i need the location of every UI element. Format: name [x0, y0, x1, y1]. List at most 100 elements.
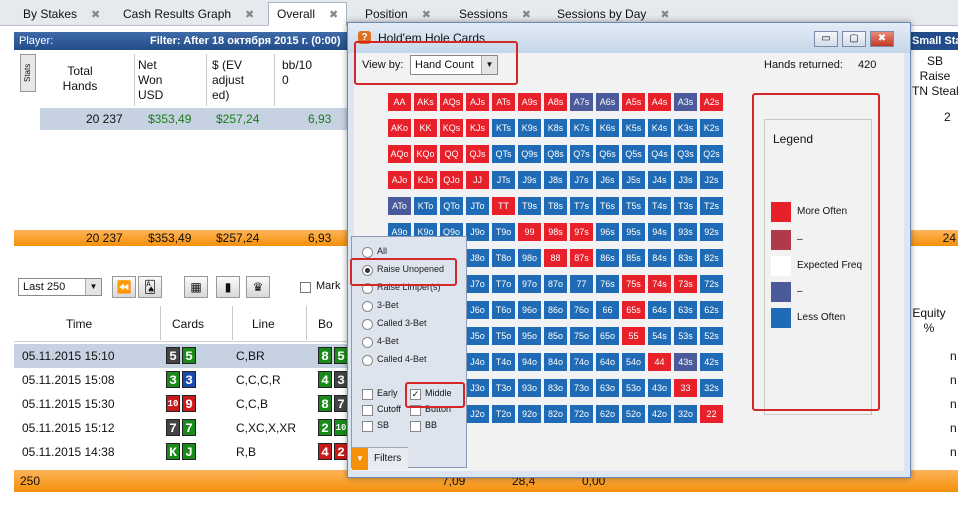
hand-cell-53s[interactable]: 53s: [674, 327, 697, 345]
hand-cell-53o[interactable]: 53o: [622, 379, 645, 397]
hand-cell-kqo[interactable]: KQo: [414, 145, 437, 163]
hand-cell-72s[interactable]: 72s: [700, 275, 723, 293]
hand-cell-52s[interactable]: 52s: [700, 327, 723, 345]
minimize-button[interactable]: ▭: [814, 31, 838, 47]
hand-cell-66[interactable]: 66: [596, 301, 619, 319]
hand-cell-72o[interactable]: 72o: [570, 405, 593, 423]
hand-cell-65o[interactable]: 65o: [596, 327, 619, 345]
col-ev-adjusted[interactable]: $ (EV adjust ed): [212, 58, 262, 103]
col-net-won[interactable]: Net Won USD: [138, 58, 178, 103]
hand-cell-q3s[interactable]: Q3s: [674, 145, 697, 163]
hand-cell-q9s[interactable]: Q9s: [518, 145, 541, 163]
hand-cell-k3s[interactable]: K3s: [674, 119, 697, 137]
hand-cell-86s[interactable]: 86s: [596, 249, 619, 267]
hand-cell-j8s[interactable]: J8s: [544, 171, 567, 189]
hand-cell-ajs[interactable]: AJs: [466, 93, 489, 111]
hand-cell-95o[interactable]: 95o: [518, 327, 541, 345]
hand-cell-qjo[interactable]: QJo: [440, 171, 463, 189]
hand-cell-q8s[interactable]: Q8s: [544, 145, 567, 163]
hand-cell-jts[interactable]: JTs: [492, 171, 515, 189]
hand-cell-99[interactable]: 99: [518, 223, 541, 241]
hand-cell-84s[interactable]: 84s: [648, 249, 671, 267]
hand-cell-t5o[interactable]: T5o: [492, 327, 515, 345]
checkbox-bb[interactable]: [410, 421, 421, 432]
hand-cell-97o[interactable]: 97o: [518, 275, 541, 293]
hand-cell-77[interactable]: 77: [570, 275, 593, 293]
hand-cell-88[interactable]: 88: [544, 249, 567, 267]
radio-called-4-bet[interactable]: [362, 355, 373, 366]
hand-cell-85o[interactable]: 85o: [544, 327, 567, 345]
hand-cell-j7s[interactable]: J7s: [570, 171, 593, 189]
hand-cell-aks[interactable]: AKs: [414, 93, 437, 111]
col-total-hands[interactable]: Total Hands: [50, 64, 110, 94]
hand-cell-87s[interactable]: 87s: [570, 249, 593, 267]
hand-cell-k7s[interactable]: K7s: [570, 119, 593, 137]
hand-cell-63s[interactable]: 63s: [674, 301, 697, 319]
hand-cell-j4o[interactable]: J4o: [466, 353, 489, 371]
hand-cell-q4s[interactable]: Q4s: [648, 145, 671, 163]
close-icon[interactable]: ✖: [660, 8, 669, 21]
hand-cell-93o[interactable]: 93o: [518, 379, 541, 397]
hand-cell-t4s[interactable]: T4s: [648, 197, 671, 215]
tab-overall[interactable]: Overall ✖: [268, 2, 348, 26]
hand-cell-96o[interactable]: 96o: [518, 301, 541, 319]
hand-cell-63o[interactable]: 63o: [596, 379, 619, 397]
hand-cell-t7s[interactable]: T7s: [570, 197, 593, 215]
hand-cell-kk[interactable]: KK: [414, 119, 437, 137]
hand-cell-ats[interactable]: ATs: [492, 93, 515, 111]
hand-cell-kts[interactable]: KTs: [492, 119, 515, 137]
hand-cell-a9s[interactable]: A9s: [518, 93, 541, 111]
hand-cell-t4o[interactable]: T4o: [492, 353, 515, 371]
hand-cell-ako[interactable]: AKo: [388, 119, 411, 137]
mark-checkbox[interactable]: [300, 282, 311, 293]
hand-cell-j6o[interactable]: J6o: [466, 301, 489, 319]
table-row[interactable]: 05.11.2015 15:12 7 7 2 10 C,XC,X,XR: [14, 416, 354, 440]
hand-cell-j5o[interactable]: J5o: [466, 327, 489, 345]
hand-cell-qjs[interactable]: QJs: [466, 145, 489, 163]
hand-cell-q5s[interactable]: Q5s: [622, 145, 645, 163]
hand-cell-t6s[interactable]: T6s: [596, 197, 619, 215]
close-icon[interactable]: ✖: [522, 8, 531, 21]
checkbox-sb[interactable]: [362, 421, 373, 432]
hand-cell-q2s[interactable]: Q2s: [700, 145, 723, 163]
hand-cell-qts[interactable]: QTs: [492, 145, 515, 163]
hand-cell-54s[interactable]: 54s: [648, 327, 671, 345]
hand-cell-75s[interactable]: 75s: [622, 275, 645, 293]
stats-button[interactable]: Stats: [20, 54, 36, 92]
hand-cell-54o[interactable]: 54o: [622, 353, 645, 371]
col-time[interactable]: Time: [66, 308, 92, 340]
radio-3-bet[interactable]: [362, 301, 373, 312]
hand-cell-qq[interactable]: QQ: [440, 145, 463, 163]
hand-cell-82s[interactable]: 82s: [700, 249, 723, 267]
hand-cell-94o[interactable]: 94o: [518, 353, 541, 371]
hand-cell-aqs[interactable]: AQs: [440, 93, 463, 111]
hand-cell-t8o[interactable]: T8o: [492, 249, 515, 267]
hand-cell-jto[interactable]: JTo: [466, 197, 489, 215]
last-hands-select[interactable]: Last 250 ▼: [18, 278, 102, 296]
hand-cell-84o[interactable]: 84o: [544, 353, 567, 371]
filters-button[interactable]: Filters ▼: [352, 447, 408, 470]
table-row[interactable]: 05.11.2015 14:38 K J 4 2 R,B: [14, 440, 354, 464]
hand-cell-j3s[interactable]: J3s: [674, 171, 697, 189]
hand-cell-64o[interactable]: 64o: [596, 353, 619, 371]
hand-cell-kqs[interactable]: KQs: [440, 119, 463, 137]
hand-cell-a2s[interactable]: A2s: [700, 93, 723, 111]
tab-cash-results-graph[interactable]: Cash Results Graph ✖: [114, 2, 263, 26]
trophy-button[interactable]: ♛: [246, 276, 270, 298]
hand-cell-aa[interactable]: AA: [388, 93, 411, 111]
hand-cell-ato[interactable]: ATo: [388, 197, 411, 215]
right-strip-column[interactable]: SB Raise TN Steal: [912, 54, 958, 99]
hand-cell-93s[interactable]: 93s: [674, 223, 697, 241]
hand-cell-t2o[interactable]: T2o: [492, 405, 515, 423]
hand-cell-a7s[interactable]: A7s: [570, 93, 593, 111]
radio-called-3-bet[interactable]: [362, 319, 373, 330]
cards-button[interactable]: 🂡: [138, 276, 162, 298]
col-board[interactable]: Bo: [318, 308, 333, 340]
close-icon[interactable]: ✖: [91, 8, 100, 21]
hand-cell-t2s[interactable]: T2s: [700, 197, 723, 215]
hand-cell-73o[interactable]: 73o: [570, 379, 593, 397]
hand-cell-t3s[interactable]: T3s: [674, 197, 697, 215]
close-icon[interactable]: ✖: [245, 8, 254, 21]
hand-cell-t9o[interactable]: T9o: [492, 223, 515, 241]
rewind-button[interactable]: ⏪: [112, 276, 136, 298]
